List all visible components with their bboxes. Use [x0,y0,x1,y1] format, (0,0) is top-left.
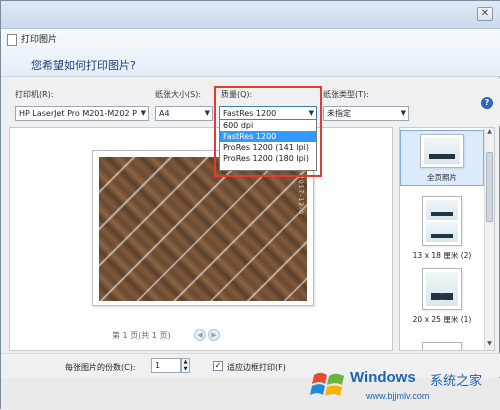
paper-type-select[interactable]: 未指定 ▼ [323,106,409,121]
close-button[interactable]: ✕ [477,7,493,21]
layout-thumbnail [422,196,462,246]
layout-list: 全页照片 13 x 18 厘米 (2) 20 x 25 厘米 (1) ▲ ▼ [399,127,495,351]
layout-item-13x18[interactable]: 13 x 18 厘米 (2) [400,196,484,260]
fit-to-frame-checkbox[interactable]: ✓ [213,361,223,371]
layout-item-label: 13 x 18 厘米 (2) [412,251,472,260]
next-page-button[interactable]: ▶ [208,329,220,341]
layout-thumbnail [420,134,464,168]
paper-type-select-value: 未指定 [327,109,351,118]
copies-label: 每张图片的份数(C): [65,363,136,372]
fit-to-frame-label: 适应边框打印(F) [227,363,286,372]
chevron-down-icon: ▼ [140,109,146,117]
layout-scrollbar[interactable]: ▲ ▼ [484,128,494,350]
paper-size-select[interactable]: A4 ▼ [155,106,213,121]
paper-size-select-value: A4 [159,109,170,118]
printer-label: 打印机(R): [15,90,54,99]
scroll-up-icon[interactable]: ▲ [485,128,494,138]
layout-item-full-page[interactable]: 全页照片 [400,130,484,186]
layout-item-20x25[interactable]: 20 x 25 厘米 (1) [400,268,484,328]
print-pictures-window: ✕ 打印图片 您希望如何打印图片? 打印机(R): HP LaserJet Pr… [0,0,500,410]
layout-item-label: 20 x 25 厘米 (1) [412,315,472,324]
paper-type-label: 纸张类型(T): [323,90,369,99]
copies-input[interactable]: 1 [151,358,181,373]
copies-stepper[interactable]: ▲ ▼ [181,358,190,373]
paper-size-label: 纸张大小(S): [155,90,202,99]
watermark-brand: Windows [350,369,416,386]
print-preview-pane: 2017-12-0 第 1 页(共 1 页) ◀ ▶ [9,127,393,351]
help-icon[interactable]: ? [481,97,493,109]
site-watermark: Windows 系统之家 www.bjjmlv.com [306,361,500,410]
scroll-down-icon[interactable]: ▼ [485,340,494,350]
printer-icon [7,34,17,46]
window-title: 打印图片 [21,35,58,45]
windows-logo-icon [310,372,344,396]
photo-date-stamp: 2017-12-0 [297,175,304,216]
annotation-highlight-box [214,86,322,177]
page-indicator: 第 1 页(共 1 页) [112,331,171,340]
prev-page-button[interactable]: ◀ [194,329,206,341]
watermark-brand-cn: 系统之家 [430,374,483,389]
chevron-down-icon: ▼ [400,109,406,117]
title-bar: ✕ [1,1,500,29]
dialog-question: 您希望如何打印图片? [31,59,136,72]
layout-item-partial[interactable] [400,342,484,350]
dialog-header: 打印图片 您希望如何打印图片? [1,29,500,77]
printer-select[interactable]: HP LaserJet Pro M201-M202 P ▼ [15,106,149,121]
layout-thumbnail [422,342,462,350]
scrollbar-thumb[interactable] [486,152,493,222]
watermark-url: www.bjjmlv.com [366,391,430,401]
printer-select-value: HP LaserJet Pro M201-M202 P [19,109,137,118]
photo-preview-image: 2017-12-0 [99,157,307,301]
layout-item-label: 全页照片 [427,173,457,182]
chevron-down-icon: ▼ [204,109,210,117]
layout-thumbnail [422,268,462,310]
